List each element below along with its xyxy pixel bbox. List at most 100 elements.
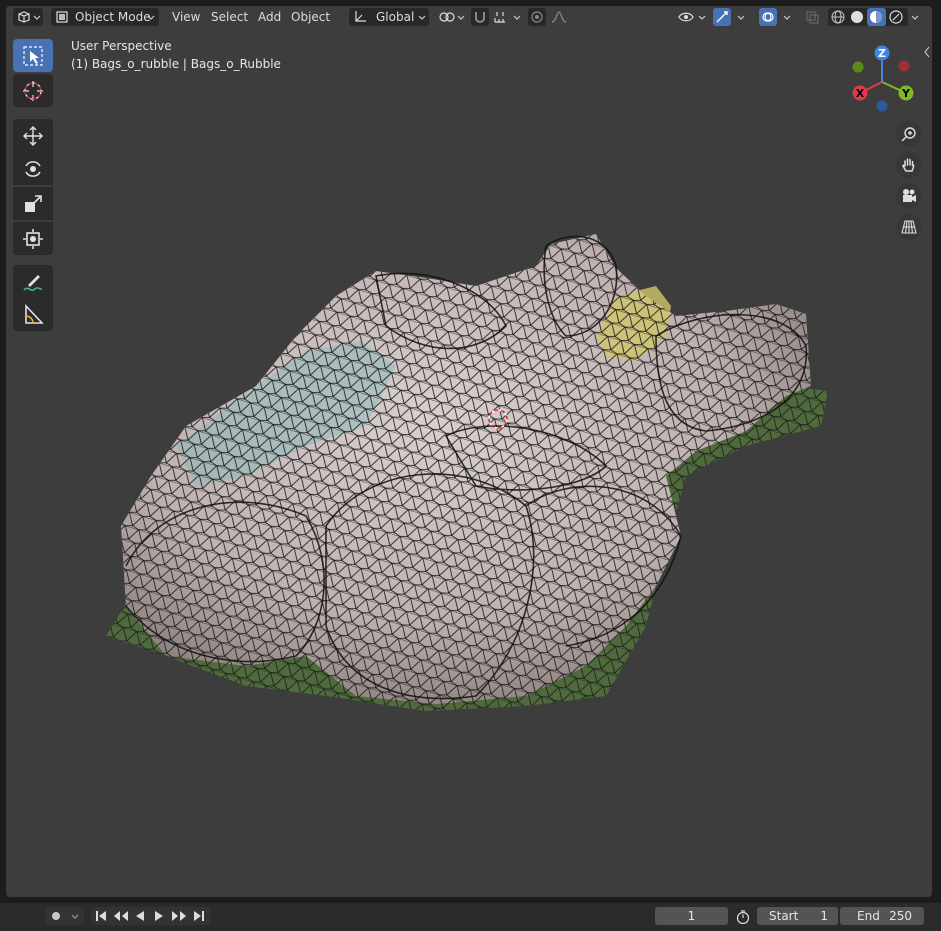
chevron-down-icon [513,15,521,20]
navigation-gizmo[interactable]: Z Y X [842,42,922,118]
orientation-label: Global [376,10,415,24]
tool-rotate[interactable] [13,152,53,185]
overlays-dropdown[interactable] [779,8,795,26]
material-preview-icon[interactable] [869,10,883,24]
next-keyframe-icon[interactable] [171,910,187,922]
move-icon [23,126,43,146]
current-frame-value: 1 [687,909,696,923]
chevron-down-icon [698,15,706,20]
proportional-edit-toggle[interactable] [528,8,546,26]
play-icon[interactable] [153,910,165,922]
gizmo-toggle[interactable] [713,8,731,26]
playback-controls [91,907,211,925]
jump-to-start-icon[interactable] [94,910,108,922]
scale-icon [25,195,42,212]
snap-target-dropdown[interactable] [491,8,523,26]
timeline-bar: 1 Start 1 End 250 [0,903,941,931]
object-mode-icon [56,11,68,23]
chevron-down-icon [737,15,745,20]
overlays-icon [762,12,774,22]
jump-to-end-icon[interactable] [192,910,206,922]
rubble-mesh[interactable] [6,6,932,897]
end-frame-label: End [857,909,880,923]
zoom-icon [901,127,916,142]
axis-x-label: X [856,87,865,100]
neg-z-handle [876,100,888,112]
view-name: User Perspective [71,39,172,53]
tool-cursor[interactable] [13,74,53,107]
overlays-toggle[interactable] [759,8,777,26]
solid-shading-icon[interactable] [850,10,864,24]
active-object-label: (1) Bags_o_rubble | Bags_o_Rubble [71,57,281,71]
tool-scale[interactable] [13,187,53,220]
xray-toggle[interactable] [804,8,820,26]
orientation-dropdown[interactable]: Global [349,8,429,26]
wireframe-shading-icon[interactable] [831,10,845,24]
start-frame-label: Start [769,909,799,923]
editor-type-button[interactable] [13,8,43,26]
prev-keyframe-icon[interactable] [113,910,129,922]
shading-buttons [828,8,908,26]
3d-viewport[interactable]: Object Mode View Select Add Object Globa… [6,6,932,897]
camera-icon [903,189,916,202]
record-icon [52,912,60,920]
tool-transform[interactable] [13,222,53,255]
axis-y-label: Y [901,87,911,100]
transform-orientation-icon [355,11,366,22]
end-frame-field[interactable]: End 250 [840,907,924,925]
mode-label: Object Mode [75,10,151,24]
falloff-dropdown[interactable] [549,8,579,26]
rotate-icon [25,161,41,177]
pivot-point-dropdown[interactable] [438,8,466,26]
start-frame-value: 1 [820,909,828,923]
neg-y-handle [852,61,864,73]
snap-toggle[interactable] [471,8,489,26]
chevron-down-icon [911,15,919,20]
eye-icon [678,12,694,22]
current-frame-field[interactable]: 1 [655,907,728,925]
axis-z-label: Z [878,47,886,60]
pan-button[interactable] [896,152,922,178]
tool-measure[interactable] [13,298,53,331]
measure-icon [25,304,44,324]
visibility-dropdown[interactable] [676,8,708,26]
chevron-down-icon [147,15,155,20]
chevron-down-icon [457,15,465,20]
3d-viewport-icon [18,11,30,23]
camera-view-button[interactable] [896,183,922,209]
sidebar-expand-arrow-icon[interactable] [923,46,931,58]
chevron-down-icon [418,15,426,20]
zoom-button[interactable] [896,121,922,147]
annotate-icon [23,275,43,291]
end-frame-value: 250 [889,909,912,923]
chevron-down-icon [71,914,79,919]
tool-select-box[interactable] [13,39,53,72]
chevron-down-icon [33,15,41,20]
tool-move[interactable] [13,119,53,152]
cursor-icon [23,81,43,101]
gizmo-dropdown[interactable] [733,8,749,26]
mode-dropdown[interactable]: Object Mode [51,8,159,26]
rendered-shading-icon[interactable] [889,10,903,24]
play-reverse-icon[interactable] [134,910,146,922]
magnet-icon [475,12,485,23]
tool-annotate[interactable] [13,265,53,298]
link-icon [439,12,455,22]
xray-icon [806,11,819,24]
neg-x-handle [898,60,910,72]
viewport-header: Object Mode View Select Add Object Globa… [6,6,932,28]
grid-perspective-icon [901,220,917,234]
shading-dropdown[interactable] [908,8,922,26]
menu-select[interactable]: Select [205,8,254,26]
menu-object[interactable]: Object [285,8,336,26]
select-box-icon [23,46,43,66]
keying-dropdown[interactable] [46,907,84,925]
perspective-toggle-button[interactable] [896,214,922,240]
stopwatch-icon[interactable] [736,910,750,924]
transform-icon [23,229,43,249]
menu-view[interactable]: View [166,8,206,26]
menu-add[interactable]: Add [252,8,287,26]
start-frame-field[interactable]: Start 1 [757,907,838,925]
proportional-edit-icon [531,11,543,23]
chevron-down-icon [783,15,791,20]
